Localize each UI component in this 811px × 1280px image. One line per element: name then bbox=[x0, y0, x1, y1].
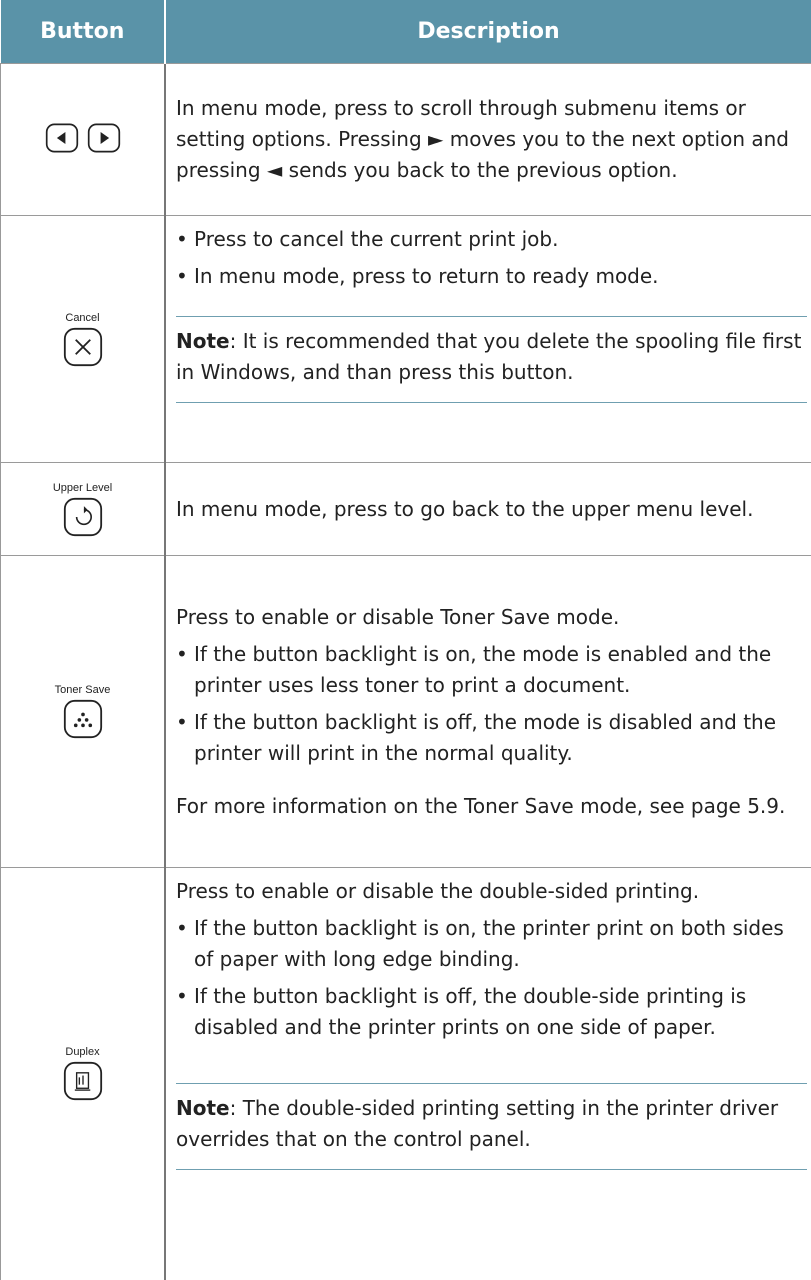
upper-level-description: In menu mode, press to go back to the up… bbox=[176, 494, 807, 525]
table-row-cancel: Cancel •Press to cancel the current prin… bbox=[1, 216, 811, 463]
upper-level-caption: Upper Level bbox=[1, 482, 164, 494]
button-cell-toner-save: Toner Save bbox=[1, 556, 166, 868]
button-cell-cancel: Cancel bbox=[1, 216, 166, 463]
description-cell-upper-level: In menu mode, press to go back to the up… bbox=[165, 463, 811, 556]
list-item: •Press to cancel the current print job. bbox=[176, 224, 807, 255]
scroll-description: In menu mode, press to scroll through su… bbox=[176, 93, 807, 186]
button-cell-scroll bbox=[1, 64, 166, 216]
button-cell-upper-level: Upper Level bbox=[1, 463, 166, 556]
list-item: •If the button backlight is on, the mode… bbox=[176, 639, 807, 701]
header-button: Button bbox=[1, 0, 166, 64]
note-text: : The double-sided printing setting in t… bbox=[176, 1096, 778, 1151]
list-item: •If the button backlight is off, the dou… bbox=[176, 981, 807, 1043]
note-label: Note bbox=[176, 1096, 230, 1120]
duplex-intro: Press to enable or disable the double-si… bbox=[176, 876, 807, 907]
toner-save-intro: Press to enable or disable Toner Save mo… bbox=[176, 602, 807, 633]
button-cell-duplex: Duplex bbox=[1, 868, 166, 1280]
toner-save-bullets: •If the button backlight is on, the mode… bbox=[176, 639, 807, 769]
header-description: Description bbox=[165, 0, 811, 64]
cancel-bullets: •Press to cancel the current print job. … bbox=[176, 224, 807, 292]
cancel-note: Note: It is recommended that you delete … bbox=[176, 316, 807, 403]
toner-save-caption: Toner Save bbox=[1, 684, 164, 696]
table-row-duplex: Duplex Press to enable or disable the do… bbox=[1, 868, 811, 1280]
table-row-toner-save: Toner Save Press to enable or disable To… bbox=[1, 556, 811, 868]
description-cell-duplex: Press to enable or disable the double-si… bbox=[165, 868, 811, 1280]
list-item: •If the button backlight is on, the prin… bbox=[176, 913, 807, 975]
note-text: : It is recommended that you delete the … bbox=[176, 329, 801, 384]
button-description-table: Button Description In menu mod bbox=[0, 0, 811, 1280]
upper-level-return-key-icon bbox=[63, 497, 103, 537]
right-arrow-key-icon bbox=[87, 121, 121, 155]
duplex-bullets: •If the button backlight is on, the prin… bbox=[176, 913, 807, 1043]
duplex-caption: Duplex bbox=[1, 1046, 164, 1058]
cancel-caption: Cancel bbox=[1, 312, 164, 324]
toner-save-dots-key-icon bbox=[63, 699, 103, 739]
list-item: •In menu mode, press to return to ready … bbox=[176, 261, 807, 292]
table-row-scroll: In menu mode, press to scroll through su… bbox=[1, 64, 811, 216]
note-label: Note bbox=[176, 329, 230, 353]
description-cell-toner-save: Press to enable or disable Toner Save mo… bbox=[165, 556, 811, 868]
toner-save-more-info: For more information on the Toner Save m… bbox=[176, 791, 807, 822]
scroll-keys bbox=[45, 121, 121, 155]
description-cell-scroll: In menu mode, press to scroll through su… bbox=[165, 64, 811, 216]
table-row-upper-level: Upper Level In menu mode, press to go ba… bbox=[1, 463, 811, 556]
duplex-page-key-icon bbox=[63, 1061, 103, 1101]
left-arrow-key-icon bbox=[45, 121, 79, 155]
list-item: •If the button backlight is off, the mod… bbox=[176, 707, 807, 769]
duplex-note: Note: The double-sided printing setting … bbox=[176, 1083, 807, 1170]
table-header-row: Button Description bbox=[1, 0, 811, 64]
cancel-x-key-icon bbox=[63, 327, 103, 367]
description-cell-cancel: •Press to cancel the current print job. … bbox=[165, 216, 811, 463]
